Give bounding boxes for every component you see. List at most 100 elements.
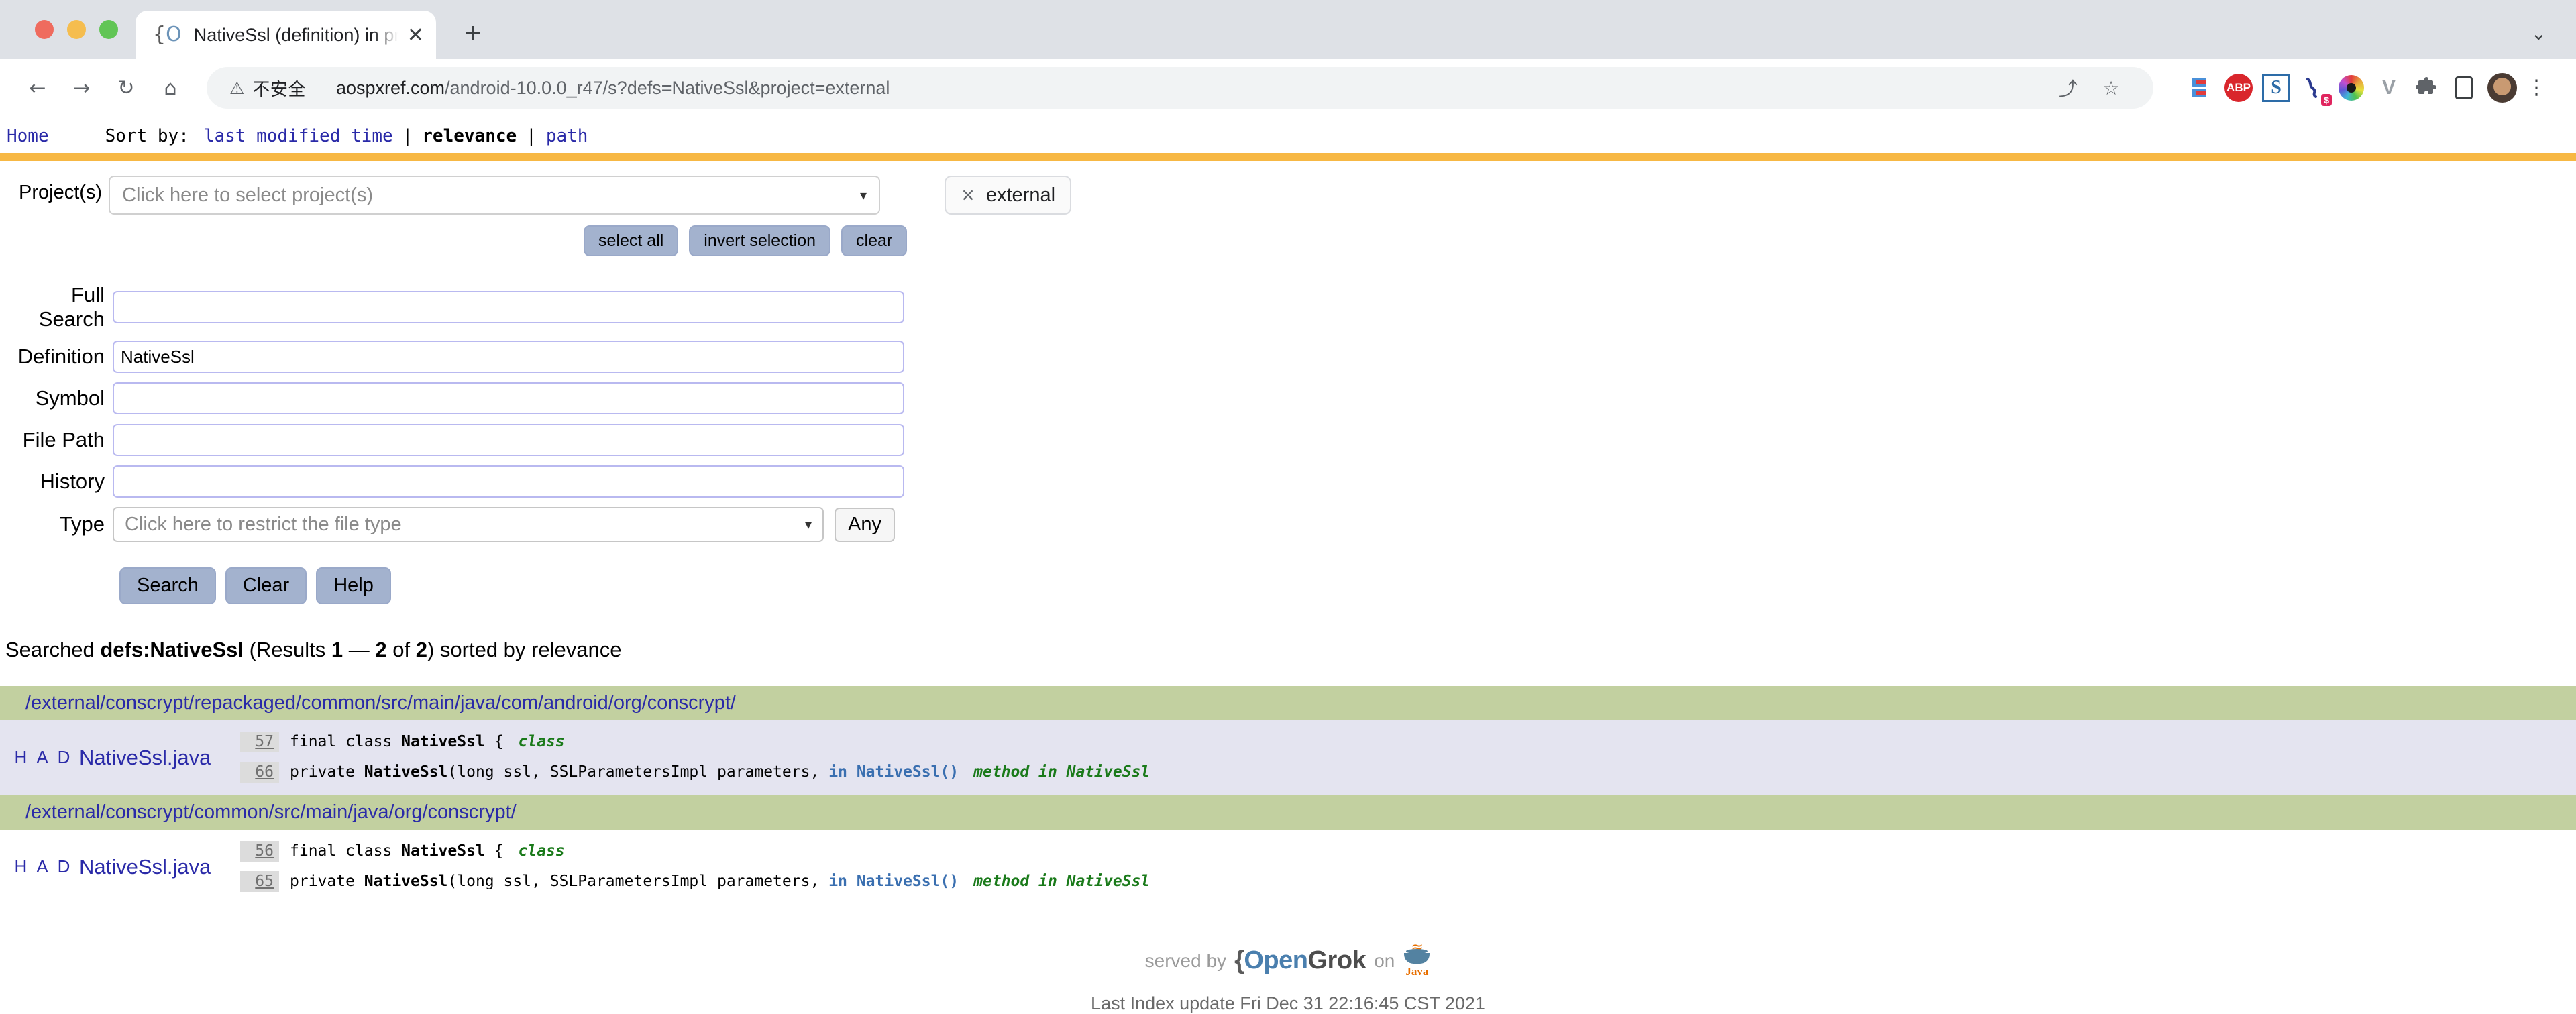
history-flag-link[interactable]: H <box>15 747 28 768</box>
reload-button[interactable]: ↻ <box>106 68 146 108</box>
profile-avatar[interactable] <box>2487 73 2517 103</box>
download-flag-link[interactable]: D <box>58 856 70 877</box>
code-text: private NativeSsl(long ssl, SSLParameter… <box>290 764 819 780</box>
invert-selection-button[interactable]: invert selection <box>689 225 831 256</box>
close-tab-icon[interactable]: ✕ <box>398 23 424 47</box>
results-summary: Searched defs:NativeSsl (Results 1 — 2 o… <box>5 638 2576 662</box>
file-flags: H A D <box>0 720 79 795</box>
symbol-input[interactable] <box>113 382 904 414</box>
type-select[interactable]: Click here to restrict the file type ▾ <box>113 507 824 542</box>
back-button[interactable]: ← <box>17 68 58 108</box>
selected-project-chip[interactable]: × external <box>945 176 1072 215</box>
sort-relevance-current[interactable]: relevance <box>422 126 517 146</box>
served-by-label: served by <box>1144 950 1227 971</box>
sort-by-label: Sort by: <box>105 126 189 146</box>
directory-link[interactable]: /external/conscrypt/repackaged/common/sr… <box>25 692 736 714</box>
honey-icon[interactable]: $ <box>2300 74 2332 106</box>
summary-query: defs:NativeSsl <box>100 637 244 661</box>
tag-class: class <box>518 842 565 860</box>
home-link[interactable]: Home <box>7 126 49 146</box>
share-icon[interactable]: ⤴ <box>2050 70 2086 106</box>
summary-dash: — <box>343 637 376 661</box>
url-host: aospxref.com <box>335 77 445 98</box>
favicon-o: O <box>166 23 182 46</box>
project-action-buttons: select all invert selection clear <box>584 225 2576 256</box>
summary-total: 2 <box>415 637 427 661</box>
code-pre: final class <box>290 732 402 750</box>
opengrok-brace: { <box>1234 946 1244 975</box>
search-button[interactable]: Search <box>119 567 216 604</box>
full-search-input[interactable] <box>113 291 904 323</box>
chevron-down-icon: ▾ <box>860 187 867 203</box>
tag-class: class <box>518 732 565 750</box>
new-tab-button[interactable]: + <box>452 12 494 54</box>
opengrok-favicon-icon: {O <box>153 25 182 45</box>
line-number-link[interactable]: 56 <box>240 840 279 862</box>
browser-chrome: {O NativeSsl (definition) in project ✕ +… <box>0 0 2576 117</box>
definition-input[interactable]: NativeSsl <box>113 341 904 373</box>
code-post: { <box>484 842 504 860</box>
tab-title: NativeSsl (definition) in project <box>193 24 398 45</box>
window-controls <box>0 20 136 59</box>
annotate-flag-link[interactable]: A <box>36 856 48 877</box>
file-link[interactable]: NativeSsl.java <box>79 746 211 770</box>
browser-menu-icon[interactable]: ⋮ <box>2526 78 2546 98</box>
opengrok-logo[interactable]: {OpenGrok <box>1234 946 1366 975</box>
history-flag-link[interactable]: H <box>15 856 28 877</box>
security-label: 不安全 <box>252 78 306 99</box>
project-label: Project(s) <box>19 182 103 203</box>
security-indicator[interactable]: ⚠ 不安全 <box>229 76 306 101</box>
browser-tab[interactable]: {O NativeSsl (definition) in project ✕ <box>136 11 436 59</box>
file-path-input[interactable] <box>113 424 904 456</box>
code-pre: final class <box>290 842 402 860</box>
project-select[interactable]: Click here to select project(s) ▾ <box>109 176 881 215</box>
directory-link[interactable]: /external/conscrypt/common/src/main/java… <box>25 801 517 823</box>
code-match: NativeSsl <box>401 732 485 750</box>
page-content: Home Sort by: last modified time | relev… <box>0 117 2576 1014</box>
remove-project-icon[interactable]: × <box>961 185 975 205</box>
java-cup <box>1404 948 1430 964</box>
directory-header: /external/conscrypt/repackaged/common/sr… <box>0 685 2576 720</box>
summary-of: of <box>386 637 416 661</box>
maximize-window-button[interactable] <box>99 20 118 39</box>
forward-button[interactable]: → <box>62 68 102 108</box>
side-panel-icon[interactable] <box>2450 74 2478 102</box>
address-bar[interactable]: ⚠ 不安全 aospxref.com/android-10.0.0_r47/s?… <box>207 67 2153 109</box>
adblock-plus-icon[interactable]: ABP <box>2224 74 2253 102</box>
sort-path-link[interactable]: path <box>546 126 588 146</box>
code-match: NativeSsl <box>364 872 448 890</box>
chevron-down-icon[interactable]: ⌄ <box>2531 22 2546 44</box>
sort-last-modified-time-link[interactable]: last modified time <box>204 126 393 146</box>
puzzle-extensions-icon[interactable] <box>2412 74 2440 102</box>
form-action-buttons: Search Clear Help <box>119 567 2576 604</box>
sanskrit-s-icon[interactable]: S <box>2262 74 2290 102</box>
browser-toolbar: ← → ↻ ⌂ ⚠ 不安全 aospxref.com/android-10.0.… <box>0 59 2576 117</box>
home-button[interactable]: ⌂ <box>150 68 191 108</box>
bookmark-manager-icon[interactable] <box>2187 74 2215 102</box>
file-link[interactable]: NativeSsl.java <box>79 855 211 879</box>
code-pre: private <box>290 872 364 890</box>
color-ring-icon[interactable] <box>2337 74 2365 102</box>
download-flag-link[interactable]: D <box>58 747 70 768</box>
type-placeholder: Click here to restrict the file type <box>125 513 402 535</box>
clear-button[interactable]: Clear <box>225 567 307 604</box>
code-line: 57 final class NativeSsl { class <box>240 727 2576 757</box>
accent-divider <box>0 153 2576 161</box>
select-all-button[interactable]: select all <box>584 225 679 256</box>
any-type-button[interactable]: Any <box>835 507 895 542</box>
url-path: /android-10.0.0_r47/s?defs=NativeSsl&pro… <box>445 77 890 98</box>
tag-method: method in NativeSsl <box>973 763 1150 781</box>
tag-method: method in NativeSsl <box>973 872 1150 890</box>
annotate-flag-link[interactable]: A <box>36 747 48 768</box>
help-button[interactable]: Help <box>316 567 391 604</box>
line-number-link[interactable]: 57 <box>240 731 279 752</box>
minimize-window-button[interactable] <box>67 20 86 39</box>
line-number-link[interactable]: 65 <box>240 870 279 892</box>
bookmark-star-icon[interactable]: ☆ <box>2093 70 2129 106</box>
close-window-button[interactable] <box>35 20 54 39</box>
history-input[interactable] <box>113 465 904 498</box>
clear-projects-button[interactable]: clear <box>841 225 908 256</box>
line-number-link[interactable]: 66 <box>240 761 279 783</box>
vimium-icon[interactable]: V <box>2375 74 2403 102</box>
opengrok-open: Open <box>1244 946 1308 975</box>
